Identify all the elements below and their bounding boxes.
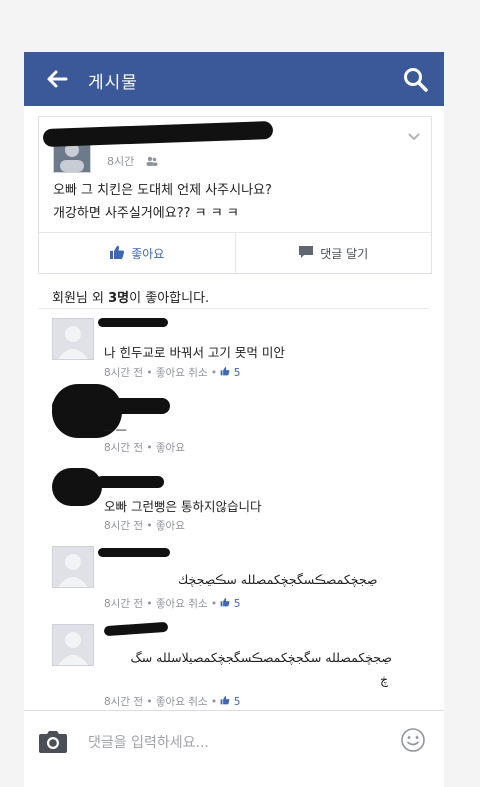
likes-summary[interactable]: 회원님 외 3명이 좋아합니다. bbox=[52, 287, 209, 306]
comment-like-count: 5 bbox=[233, 696, 241, 708]
thumbs-up-icon bbox=[220, 696, 230, 708]
like-button[interactable]: 좋아요 bbox=[39, 233, 235, 273]
comment-like-link[interactable]: 좋아요 bbox=[156, 442, 185, 454]
divider bbox=[38, 308, 430, 309]
comment-cancel-link[interactable]: 취소 bbox=[188, 367, 207, 379]
comment-cancel-link[interactable]: 취소 bbox=[188, 696, 207, 708]
comment-text-continued: ڿ bbox=[380, 672, 389, 687]
camera-icon[interactable] bbox=[38, 728, 68, 754]
post-options-chevron-icon[interactable] bbox=[407, 127, 421, 146]
redacted-commenter-name bbox=[98, 548, 170, 557]
comment-text: 나 힌두교로 바꿔서 고기 못먹 미안 bbox=[104, 345, 285, 360]
post-time: 8시간 bbox=[107, 153, 158, 169]
page-title: 게시물 bbox=[88, 73, 138, 93]
comment-meta: 8시간 전 • 좋아요 bbox=[104, 520, 185, 532]
comment-input[interactable] bbox=[86, 731, 390, 755]
comment-composer bbox=[24, 710, 444, 773]
search-icon[interactable] bbox=[400, 64, 430, 94]
comment-like-link[interactable]: 좋아요 bbox=[156, 696, 185, 708]
comment-text: 오빠 그런뻥은 통하지않습니다 bbox=[104, 499, 262, 514]
comment-like-count: 5 bbox=[233, 598, 241, 610]
redacted-author-name bbox=[42, 120, 274, 148]
comment-avatar[interactable] bbox=[52, 624, 94, 666]
like-button-label: 좋아요 bbox=[131, 246, 165, 261]
comment-text: ㅡㅡ bbox=[104, 423, 128, 438]
speech-bubble-icon bbox=[298, 244, 314, 263]
comment-like-link[interactable]: 좋아요 bbox=[156, 367, 185, 379]
post-action-bar: 좋아요 댓글 달기 bbox=[39, 232, 431, 273]
comment-text: ڝجڿكمصلله سگجڿكمصڪسگجڿكمصيلاسلله سگ bbox=[130, 650, 393, 665]
redacted-commenter-avatar bbox=[52, 468, 102, 506]
redacted-commenter-name bbox=[52, 398, 170, 414]
comment-meta: 8시간 전 • 좋아요 bbox=[104, 442, 185, 454]
audience-friends-icon bbox=[146, 156, 158, 169]
post-body-text: 오빠 그 치킨은 도대체 언제 사주시나요? 개강하면 사주실거에요?? ㅋ ㅋ… bbox=[53, 183, 272, 221]
comment-meta: 8시간 전 • 좋아요 취소 • 5 bbox=[104, 696, 241, 708]
smiley-icon[interactable] bbox=[400, 727, 426, 753]
comment-meta: 8시간 전 • 좋아요 취소 • 5 bbox=[104, 598, 241, 610]
comment-cancel-link[interactable]: 취소 bbox=[188, 598, 207, 610]
comment-avatar[interactable] bbox=[52, 546, 94, 588]
comment-meta: 8시간 전 • 좋아요 취소 • 5 bbox=[104, 367, 241, 379]
comment-button-label: 댓글 달기 bbox=[320, 246, 369, 261]
thumbs-up-icon bbox=[220, 598, 230, 610]
comment-button[interactable]: 댓글 달기 bbox=[234, 233, 432, 273]
post-card: 8시간 오빠 그 치킨은 도대체 언제 사주시나요? 개강하면 사주실거에요??… bbox=[38, 116, 432, 274]
comment-like-link[interactable]: 좋아요 bbox=[156, 598, 185, 610]
redacted-commenter-name bbox=[98, 318, 168, 327]
comment-like-count: 5 bbox=[233, 367, 241, 379]
comment-like-link[interactable]: 좋아요 bbox=[156, 520, 185, 532]
thumbs-up-icon bbox=[220, 367, 230, 379]
comment-avatar[interactable] bbox=[52, 318, 94, 360]
top-bar: 게시물 bbox=[24, 52, 444, 106]
thumbs-up-icon bbox=[109, 244, 125, 263]
redacted-commenter-name bbox=[96, 476, 164, 488]
comment-text: ڝجڿكمصڪسگجڿكمصلله سڪڝجڿك bbox=[178, 572, 378, 587]
back-arrow-icon[interactable] bbox=[42, 64, 72, 94]
